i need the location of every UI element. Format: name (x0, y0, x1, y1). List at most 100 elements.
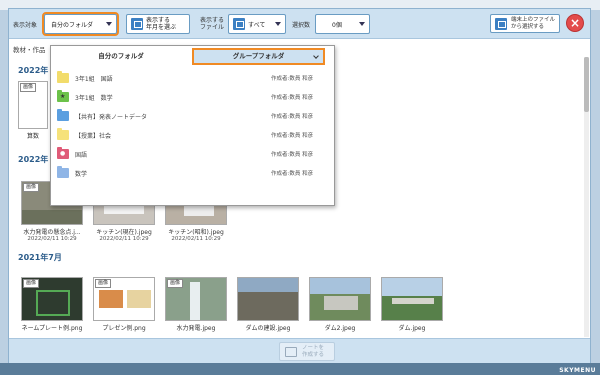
folder-tabs: 自分のフォルダ グループフォルダ (51, 46, 334, 66)
file-thumbnail: 画像 (93, 277, 155, 321)
scrollbar[interactable] (584, 57, 589, 337)
file-thumbnail: 画像 (237, 277, 299, 321)
folder-icon (57, 71, 69, 83)
folder-item[interactable]: ● 国語 作成者:数員 和彦 (57, 146, 330, 164)
folder-name: 3年1組 国語 (75, 76, 113, 83)
file-card[interactable]: 画像 ダムの建設.jpeg (237, 277, 299, 332)
file-name: 算数 (26, 133, 39, 140)
device-icon (495, 18, 507, 30)
picker-toolbar: 表示対象 自分のフォルダ 表示する 年月を選ぶ 表示する ファイル すべて 選択… (9, 9, 590, 39)
folder-item[interactable]: 【授業】社会 作成者:数員 和彦 (57, 127, 330, 145)
folder-icon (57, 109, 69, 121)
create-note-label: ノートを 作成する (302, 345, 325, 358)
file-name: 水力発電.jpeg (176, 325, 216, 332)
selected-count-field[interactable]: 0個 (315, 14, 370, 34)
file-type-value: すべて (248, 21, 266, 29)
folder-name: 国語 (75, 152, 88, 159)
folder-dropdown: 自分のフォルダ グループフォルダ 3年1組 国語 作成者:数員 和彦 ★ 3年1… (50, 45, 335, 206)
folder-author: 作成者:数員 和彦 (271, 114, 314, 120)
app-background-left (0, 10, 8, 375)
file-card[interactable]: 画像 ダム.jpeg (381, 277, 443, 332)
tab-group-folders-label: グループフォルダ (232, 52, 285, 60)
file-type-label: 表示する ファイル (200, 17, 225, 31)
file-thumbnail: 画像 (21, 277, 83, 321)
scrollbar-thumb[interactable] (584, 57, 589, 112)
folder-item[interactable]: 数学 作成者:数員 和彦 (57, 165, 330, 183)
year-month-button[interactable]: 表示する 年月を選ぶ (126, 14, 190, 34)
file-date: 2022/02/11 10:29 (27, 236, 77, 242)
file-type-select[interactable]: すべて (228, 14, 286, 34)
folder-name: 【共有】発表ノートデータ (75, 114, 148, 121)
app-footer-strip: SKYMENU (0, 363, 600, 375)
folder-name: 3年1組 数学 (75, 95, 113, 102)
display-target-label: 表示対象 (13, 22, 38, 29)
file-date: 2022/02/11 10:29 (171, 236, 221, 242)
file-card[interactable]: 画像 ネームプレート例.png (21, 277, 83, 332)
file-card[interactable]: 画像 算数 (18, 81, 48, 140)
year-month-label: 表示する 年月を選ぶ (146, 17, 177, 31)
chevron-down-icon (313, 53, 319, 59)
folder-name: 【授業】社会 (75, 133, 112, 140)
file-date: 2022/02/11 10:29 (99, 236, 149, 242)
chevron-down-icon (275, 22, 281, 26)
file-card[interactable]: 画像 プレゼン例.png (93, 277, 155, 332)
device-file-button[interactable]: 端末上のファイル から選択する (490, 14, 560, 33)
note-icon (285, 347, 297, 357)
calendar-icon (131, 18, 143, 30)
file-picker-dialog: 表示対象 自分のフォルダ 表示する 年月を選ぶ 表示する ファイル すべて 選択… (8, 8, 591, 363)
folder-author: 作成者:数員 和彦 (271, 171, 314, 177)
folder-name: 数学 (75, 171, 88, 178)
folder-item[interactable]: ★ 3年1組 数学 作成者:数員 和彦 (57, 89, 330, 107)
file-name: ダム.jpeg (398, 325, 426, 332)
file-name: 水力発電の懸念点.j... (23, 229, 81, 236)
folder-item[interactable]: 3年1組 国語 作成者:数員 和彦 (57, 70, 330, 88)
image-badge: 画像 (95, 279, 112, 288)
file-icon (233, 18, 245, 30)
section-year-2022-b: 2022年 (18, 155, 49, 164)
file-thumbnail: 画像 (18, 81, 48, 129)
selected-count-label: 選択数 (292, 22, 311, 29)
file-card[interactable]: 画像 水力発電.jpeg (165, 277, 227, 332)
image-badge: 画像 (20, 83, 37, 92)
file-thumbnail: 画像 (165, 277, 227, 321)
dot-icon: ● (60, 150, 66, 157)
selected-count-value: 0個 (332, 21, 342, 29)
app-background-right (590, 10, 600, 375)
star-icon: ★ (60, 93, 66, 100)
folder-author: 作成者:数員 和彦 (271, 76, 314, 82)
folder-dot-icon: ● (57, 147, 69, 159)
close-button[interactable]: × (566, 14, 584, 32)
file-name: キッチン(現在).jpeg (96, 229, 152, 236)
folder-author: 作成者:数員 和彦 (271, 152, 314, 158)
device-file-label: 端末上のファイル から選択する (511, 17, 556, 30)
tab-group-folders[interactable]: グループフォルダ (192, 48, 325, 65)
folder-item[interactable]: 【共有】発表ノートデータ 作成者:数員 和彦 (57, 108, 330, 126)
folder-star-icon: ★ (57, 90, 69, 102)
target-select[interactable]: 自分のフォルダ (42, 12, 119, 36)
file-thumbnail: 画像 (381, 277, 443, 321)
file-card[interactable]: 画像 ダム2.jpeg (309, 277, 371, 332)
folder-icon (57, 128, 69, 140)
file-name: ダム2.jpeg (324, 325, 356, 332)
file-name: プレゼン例.png (102, 325, 146, 332)
file-name: ネームプレート例.png (21, 325, 83, 332)
breadcrumb: 教材・作品 (13, 46, 46, 54)
folder-author: 作成者:数員 和彦 (271, 133, 314, 139)
picker-footer: ノートを 作成する (9, 338, 590, 363)
folder-icon (57, 166, 69, 178)
chevron-down-icon (359, 22, 365, 26)
brand-label: SKYMENU (559, 367, 596, 374)
file-name: ダムの建設.jpeg (245, 325, 291, 332)
tab-my-folders[interactable]: 自分のフォルダ (51, 46, 191, 66)
section-year-2022-a: 2022年 (18, 66, 49, 75)
file-name: キッチン(昭和).jpeg (168, 229, 224, 236)
image-badge: 画像 (23, 279, 40, 288)
create-note-button[interactable]: ノートを 作成する (279, 342, 335, 361)
image-badge: 画像 (167, 279, 184, 288)
chevron-down-icon (106, 22, 112, 26)
folder-author: 作成者:数員 和彦 (271, 95, 314, 101)
image-badge: 画像 (23, 183, 40, 192)
target-select-value: 自分のフォルダ (51, 21, 94, 29)
file-thumbnail: 画像 (309, 277, 371, 321)
section-year-2021-07: 2021年7月 (18, 253, 62, 262)
